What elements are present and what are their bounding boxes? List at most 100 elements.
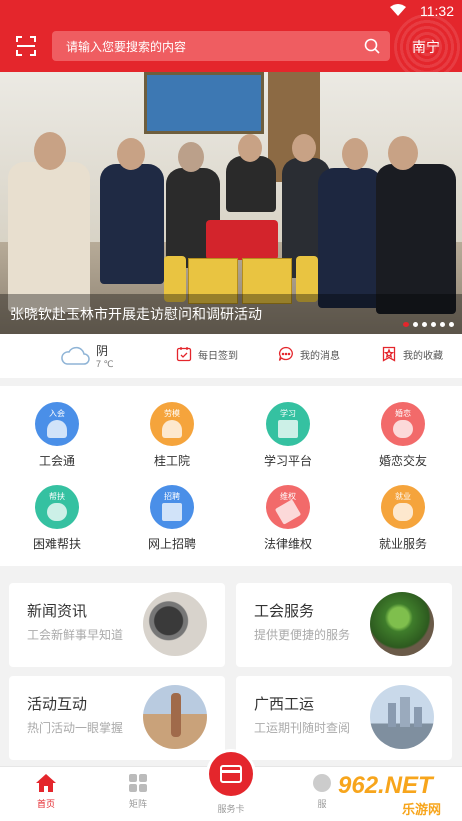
- card-union-service[interactable]: 工会服务 提供更便捷的服务: [236, 583, 452, 667]
- service-card-label: 服务卡: [217, 804, 245, 814]
- runner-legs: [171, 693, 181, 737]
- runner-photo: [143, 685, 207, 749]
- book-icon: 学习: [266, 402, 310, 446]
- banner-person: [100, 164, 164, 284]
- card-title: 新闻资讯: [27, 603, 88, 620]
- handshake-icon: 就业: [381, 485, 425, 529]
- banner-person-head: [238, 134, 262, 162]
- quick-bar: 阴 7 ℃ 每日签到 我的消息 我的收藏: [0, 334, 462, 378]
- service-label: 法律维权: [263, 537, 312, 551]
- service-label: 婚恋交友: [378, 454, 427, 468]
- service-glyph: [393, 420, 413, 438]
- service-glyph: [47, 420, 67, 438]
- member-join-icon: 入会: [35, 402, 79, 446]
- service-employment[interactable]: 就业 就业服务: [358, 485, 448, 552]
- banner-dot[interactable]: [403, 322, 409, 327]
- banner-person-head: [178, 142, 204, 172]
- service-badge: 帮扶: [49, 492, 65, 501]
- checkin-label: 每日签到: [198, 350, 238, 362]
- card-icon: [220, 765, 242, 783]
- card-title: 工会服务: [254, 603, 315, 620]
- tab-label: 首页: [36, 799, 55, 809]
- banner-person-head: [342, 138, 368, 170]
- news-banner[interactable]: 张晓钦赴玉林市开展走访慰问和调研活动: [0, 72, 462, 334]
- service-label: 学习平台: [263, 454, 312, 468]
- plant-photo: [370, 592, 434, 656]
- checkin-button[interactable]: 每日签到: [176, 346, 238, 362]
- grid-icon: [129, 774, 147, 792]
- tab-label: 矩阵: [128, 799, 147, 809]
- weather-temperature: 7 ℃: [96, 359, 114, 369]
- card-title: 活动互动: [27, 696, 88, 713]
- banner-dot[interactable]: [440, 322, 445, 327]
- service-glyph: [274, 499, 302, 525]
- card-guangxi-labor[interactable]: 广西工运 工运期刊随时查阅: [236, 676, 452, 760]
- banner-person: [8, 162, 90, 312]
- service-legal-rights[interactable]: 维权 法律维权: [243, 485, 333, 552]
- service-union-access[interactable]: 入会 工会通: [12, 402, 102, 469]
- scan-icon[interactable]: [16, 36, 36, 56]
- camera-photo: [143, 592, 207, 656]
- services-grid: 入会 工会通 劳模 桂工院 学习 学习平台 婚恋 婚恋交友 帮扶 困难帮扶 招聘…: [0, 386, 462, 566]
- status-time: 11:32: [420, 3, 454, 19]
- tab-matrix[interactable]: 矩阵: [108, 773, 168, 810]
- card-subtitle: 工运期刊随时查阅: [254, 721, 351, 735]
- banner-person-head: [388, 136, 418, 170]
- banner-person-head: [292, 134, 316, 162]
- watermark-subtitle: 乐游网: [402, 802, 442, 817]
- card-title: 广西工运: [254, 696, 315, 713]
- messages-button[interactable]: 我的消息: [278, 346, 340, 362]
- resume-icon: 招聘: [150, 485, 194, 529]
- tab-home[interactable]: 首页: [16, 773, 76, 810]
- service-badge: 入会: [49, 409, 65, 418]
- service-badge: 劳模: [164, 409, 180, 418]
- favorites-label: 我的收藏: [403, 350, 443, 362]
- banner-person-head: [117, 138, 145, 170]
- service-hardship-aid[interactable]: 帮扶 困难帮扶: [12, 485, 102, 552]
- card-news[interactable]: 新闻资讯 工会新鲜事早知道: [9, 583, 225, 667]
- bookmark-star-icon: [382, 346, 396, 362]
- service-card-button[interactable]: [209, 752, 253, 796]
- service-glyph: [47, 503, 67, 521]
- cloud-icon: [61, 346, 90, 365]
- banner-caption: 张晓钦赴玉林市开展走访慰问和调研活动: [10, 306, 262, 322]
- banner-pagination: [403, 322, 454, 327]
- card-subtitle: 提供更便捷的服务: [254, 628, 351, 642]
- service-learning-platform[interactable]: 学习 学习平台: [243, 402, 333, 469]
- skyline-tower: [400, 697, 410, 727]
- card-subtitle: 热门活动一眼掌握: [27, 721, 124, 735]
- service-label: 就业服务: [378, 537, 427, 551]
- search-icon: [364, 38, 380, 54]
- banner-dot[interactable]: [449, 322, 454, 327]
- hearts-icon: 婚恋: [381, 402, 425, 446]
- service-label: 桂工院: [153, 454, 190, 468]
- banner-photo-painting: [144, 72, 264, 134]
- service-badge: 招聘: [164, 492, 180, 501]
- banner-dot[interactable]: [431, 322, 436, 327]
- search-placeholder: 请输入您要搜索的内容: [66, 40, 187, 54]
- banner-dot[interactable]: [422, 322, 427, 327]
- skyline-tower: [414, 707, 422, 727]
- service-glyph: [393, 503, 413, 521]
- card-activities[interactable]: 活动互动 热门活动一眼掌握: [9, 676, 225, 760]
- service-badge: 学习: [280, 409, 296, 418]
- service-glyph: [162, 503, 182, 521]
- city-skyline-photo: [370, 685, 434, 749]
- gavel-icon: 维权: [266, 485, 310, 529]
- watermark-brand: 962.NET: [338, 772, 433, 799]
- service-gui-academy[interactable]: 劳模 桂工院: [127, 402, 217, 469]
- banner-dot[interactable]: [413, 322, 418, 327]
- banner-person: [376, 164, 456, 314]
- service-dating[interactable]: 婚恋 婚恋交友: [358, 402, 448, 469]
- home-icon: [36, 774, 56, 792]
- heart-hand-icon: 帮扶: [35, 485, 79, 529]
- search-input[interactable]: 请输入您要搜索的内容: [52, 31, 390, 61]
- service-online-recruitment[interactable]: 招聘 网上招聘: [127, 485, 217, 552]
- city-selector[interactable]: 南宁: [412, 37, 440, 57]
- service-glyph: [162, 420, 182, 438]
- messages-label: 我的消息: [300, 350, 340, 362]
- service-badge: 婚恋: [395, 409, 411, 418]
- service-label: 困难帮扶: [32, 537, 81, 551]
- banner-person-head: [34, 132, 66, 170]
- favorites-button[interactable]: 我的收藏: [381, 346, 443, 362]
